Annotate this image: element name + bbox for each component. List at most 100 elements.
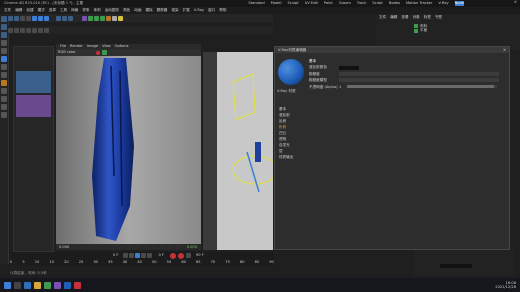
channel-item[interactable]: 材质输出: [279, 155, 303, 159]
vray-frame-buffer[interactable]: File Render Image View Options RGB color 0.0…: [56, 44, 201, 250]
live-select-icon[interactable]: [20, 15, 25, 21]
z-axis-icon[interactable]: [44, 15, 49, 21]
record-icon[interactable]: [170, 252, 176, 259]
menu-item[interactable]: 选择: [49, 8, 56, 12]
generator-icon[interactable]: [94, 15, 99, 21]
menu-item[interactable]: 模式: [38, 8, 45, 12]
move-icon[interactable]: [1, 16, 7, 22]
layout-tab[interactable]: Script: [372, 1, 382, 5]
render-thumbnail[interactable]: [16, 95, 51, 117]
channel-item[interactable]: 折射: [279, 125, 303, 129]
object-manager-menu-item[interactable]: 编辑: [390, 15, 397, 19]
menu-item[interactable]: 动画: [134, 8, 141, 12]
paint-icon[interactable]: [1, 80, 7, 86]
perspective-viewport[interactable]: [203, 52, 278, 250]
menu-item[interactable]: 体积: [94, 8, 101, 12]
x-axis-icon[interactable]: [32, 15, 37, 21]
deformer-icon[interactable]: [100, 15, 105, 21]
light-icon[interactable]: [118, 15, 123, 21]
opacity-value[interactable]: 1: [339, 85, 347, 89]
channel-item[interactable]: 基本: [279, 107, 303, 111]
diffuse-swatch[interactable]: [339, 65, 359, 70]
menu-item[interactable]: 窗口: [208, 8, 215, 12]
vray-dome-icon[interactable]: [32, 27, 37, 33]
menu-item[interactable]: 工具: [60, 8, 67, 12]
redo-icon[interactable]: [14, 15, 19, 21]
first-frame-icon[interactable]: [122, 253, 128, 258]
rough-model-select[interactable]: [339, 78, 499, 83]
menu-item[interactable]: 文件: [4, 8, 11, 12]
attribute-field[interactable]: [440, 264, 472, 268]
menu-item[interactable]: V-Ray: [194, 8, 204, 12]
render-settings-icon[interactable]: [68, 15, 73, 21]
magnet-icon[interactable]: [1, 88, 7, 94]
render-icon[interactable]: [101, 50, 107, 55]
y-axis-icon[interactable]: [38, 15, 43, 21]
play-icon[interactable]: [134, 253, 140, 258]
channel-item[interactable]: 反射: [279, 119, 303, 123]
layout-tab[interactable]: Standard: [248, 1, 264, 5]
search-icon[interactable]: [14, 281, 21, 289]
select-icon[interactable]: [1, 40, 7, 46]
box-select-icon[interactable]: [26, 15, 31, 21]
layout-tab[interactable]: UV Edit: [305, 1, 318, 5]
point-icon[interactable]: [1, 72, 7, 78]
object-manager-menu-item[interactable]: 文件: [379, 15, 386, 19]
layout-tab[interactable]: Motion Tracker: [406, 1, 432, 5]
app-icon[interactable]: [74, 281, 81, 289]
object-item[interactable]: 平面: [414, 28, 520, 33]
vray-camera-icon[interactable]: [38, 27, 43, 33]
layout-tab[interactable]: Nodes: [389, 1, 400, 5]
menu-item[interactable]: 编辑: [15, 8, 22, 12]
rotate-icon[interactable]: [1, 24, 7, 30]
browser-icon[interactable]: [24, 281, 31, 289]
vray-render-icon[interactable]: [8, 27, 13, 33]
cinema4d-icon[interactable]: [64, 281, 71, 289]
end-frame[interactable]: 90 F: [196, 253, 204, 257]
layout-tab[interactable]: Groom: [339, 1, 351, 5]
stop-icon[interactable]: [95, 50, 100, 55]
close-icon[interactable]: ✕: [514, 0, 517, 4]
knife-icon[interactable]: [1, 104, 7, 110]
menu-item[interactable]: 渲染: [171, 8, 178, 12]
cube-icon[interactable]: [82, 15, 87, 21]
menu-item[interactable]: 网格: [71, 8, 78, 12]
layout-tab[interactable]: Paint: [324, 1, 333, 5]
windows-icon[interactable]: [4, 281, 11, 289]
menu-item[interactable]: 创建: [26, 8, 33, 12]
menu-item[interactable]: 运动图形: [105, 8, 119, 12]
channel-item[interactable]: 漫反射: [279, 113, 303, 117]
start-frame[interactable]: 0 F: [113, 253, 119, 257]
render-view-icon[interactable]: [56, 15, 61, 21]
field-icon[interactable]: [106, 15, 111, 21]
app-icon[interactable]: [44, 281, 51, 289]
menu-item[interactable]: 角色: [123, 8, 130, 12]
scale-icon[interactable]: [1, 32, 7, 38]
keyframe-icon[interactable]: [186, 253, 191, 258]
object-manager-menu-item[interactable]: 标签: [424, 15, 431, 19]
render-icon[interactable]: [62, 15, 67, 21]
layout-tab[interactable]: Sculpt: [287, 1, 298, 5]
undo-icon[interactable]: [8, 15, 13, 21]
object-manager-menu-item[interactable]: 查看: [401, 15, 408, 19]
spline-icon[interactable]: [88, 15, 93, 21]
brush-icon[interactable]: [1, 112, 7, 118]
snap-icon[interactable]: [1, 96, 7, 102]
folder-icon[interactable]: [34, 281, 41, 289]
edge-icon[interactable]: [1, 64, 7, 70]
current-frame[interactable]: 0 F: [159, 253, 165, 257]
layout-tab[interactable]: Track: [357, 1, 366, 5]
channel-item[interactable]: 透明: [279, 137, 303, 141]
layout-tab[interactable]: V-Ray: [438, 1, 448, 5]
camera-icon[interactable]: [112, 15, 117, 21]
autokey-icon[interactable]: [178, 252, 184, 259]
axis-icon[interactable]: [1, 56, 7, 62]
vray-ipr-icon[interactable]: [14, 27, 19, 33]
object-manager-menu-item[interactable]: 书签: [435, 15, 442, 19]
channel-item[interactable]: 层: [279, 149, 303, 153]
vray-proxy-icon[interactable]: [44, 27, 49, 33]
menu-item[interactable]: 跟踪器: [157, 8, 168, 12]
object-manager-menu-item[interactable]: 对象: [413, 15, 420, 19]
polygon-icon[interactable]: [1, 48, 7, 54]
channel-item[interactable]: 凹凸: [279, 131, 303, 135]
